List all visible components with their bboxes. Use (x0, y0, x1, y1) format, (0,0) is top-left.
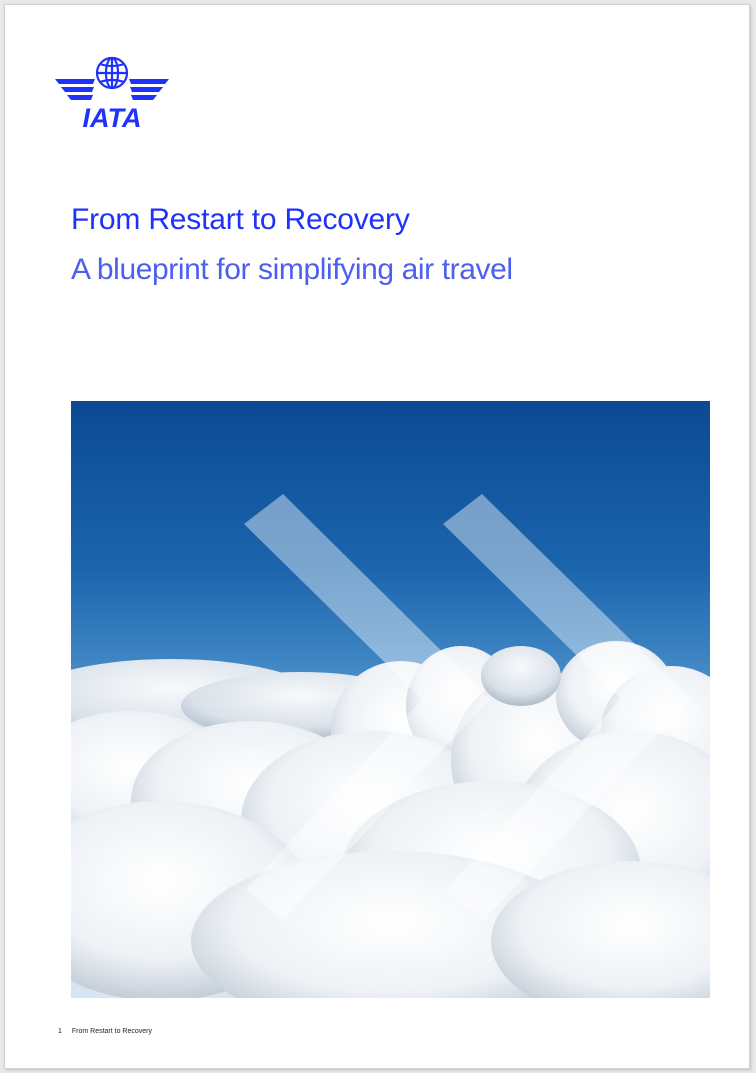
iata-logo: IATA (53, 53, 171, 133)
hero-image (71, 401, 710, 998)
clouds (71, 641, 710, 998)
page-number: 1 (58, 1028, 62, 1035)
page-subtitle: A blueprint for simplifying air travel (71, 253, 513, 286)
document-page: IATA From Restart to Recovery A blueprin… (4, 4, 750, 1069)
page-footer: 1 From Restart to Recovery (58, 1028, 152, 1035)
footer-text: From Restart to Recovery (71, 1028, 152, 1035)
logo-text: IATA (83, 103, 142, 133)
page-title: From Restart to Recovery (71, 203, 410, 236)
globe-icon (95, 56, 129, 90)
